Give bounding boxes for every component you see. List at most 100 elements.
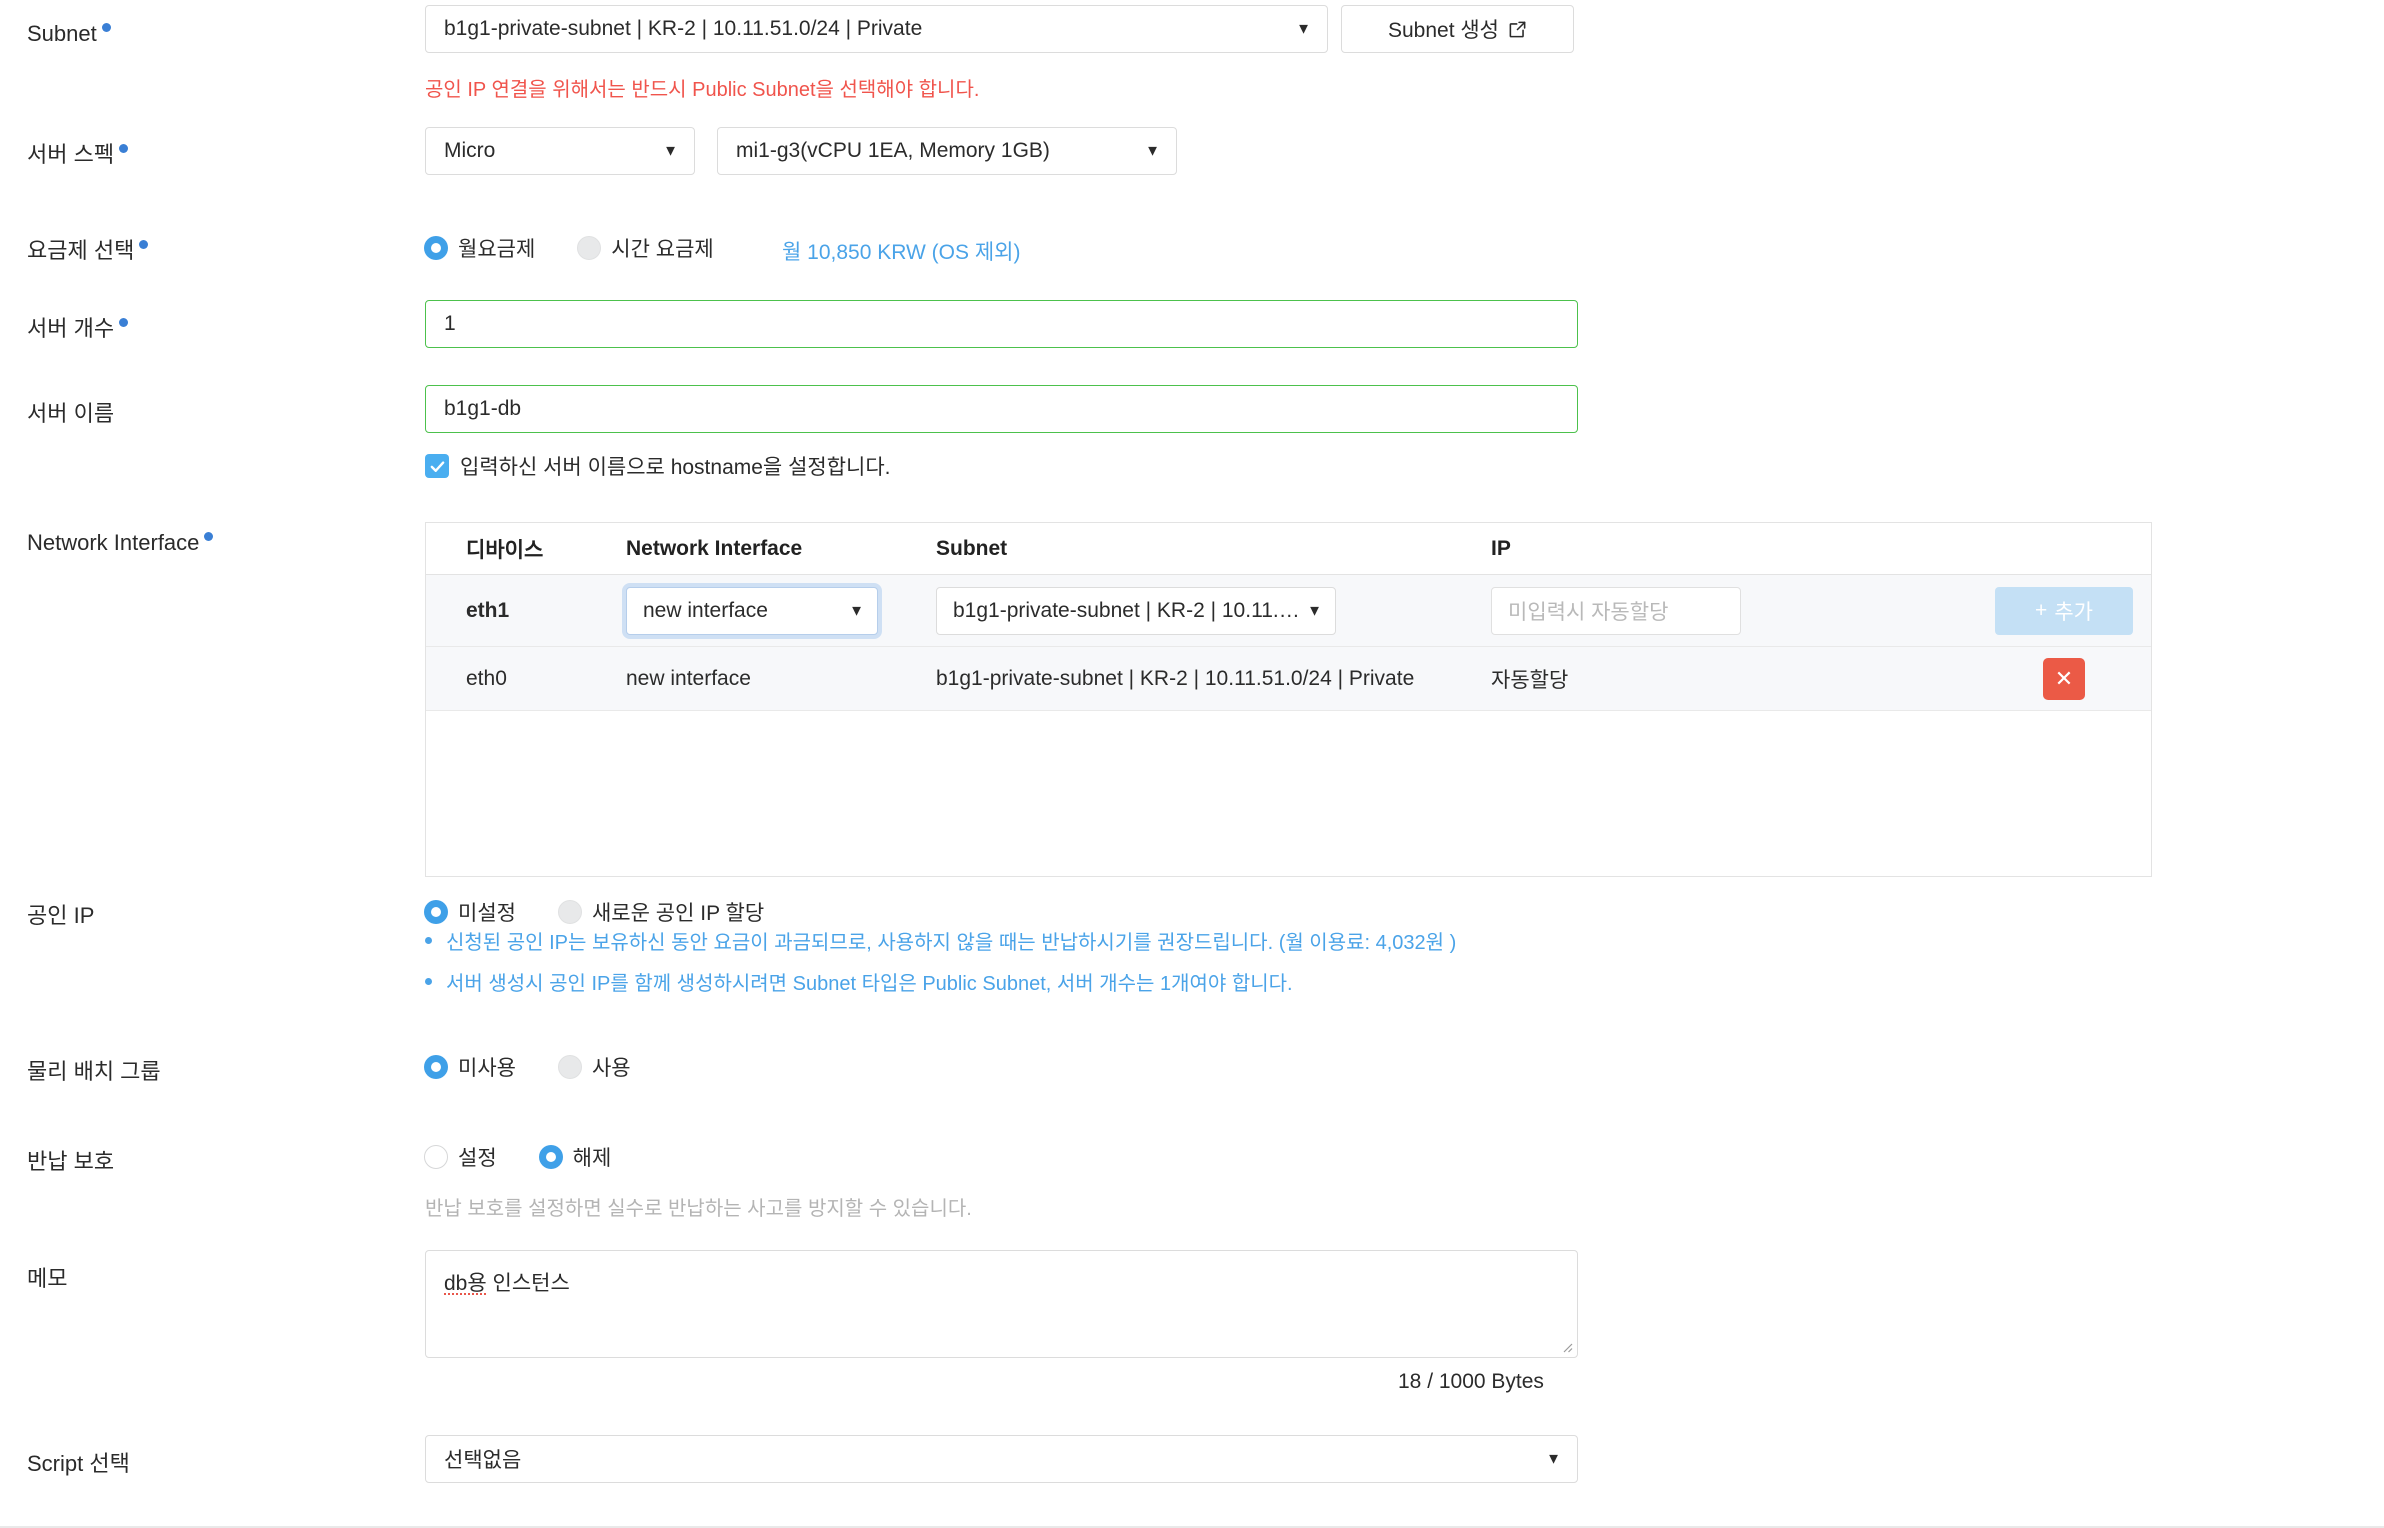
memo-value-rest: 인스턴스 [486, 1272, 570, 1295]
public-ip-option-none[interactable]: 미설정 [424, 897, 516, 927]
network-interface-table: 디바이스 Network Interface Subnet IP eth1 ne… [425, 522, 2152, 877]
ip-input-eth1-placeholder: 미입력시 자동할당 [1508, 600, 1669, 624]
subnet-label: Subnet [27, 23, 111, 45]
create-subnet-button[interactable]: Subnet 생성 [1341, 5, 1574, 53]
resize-handle[interactable] [1559, 1339, 1573, 1353]
placement-group-radio-group: 미사용 사용 [424, 1052, 655, 1082]
delete-interface-button[interactable]: ✕ [2043, 657, 2085, 700]
radio-off-icon [557, 900, 582, 924]
return-protection-option-disable-label: 해제 [572, 1147, 612, 1170]
note-item: 서버 생성시 공인 IP를 함께 생성하시려면 Subnet 타입은 Publi… [425, 967, 1456, 996]
table-row-active: eth1 new interface ▼ b1g1-private-subnet… [426, 575, 2151, 647]
return-protection-option-enable[interactable]: 설정 [424, 1142, 497, 1172]
bullet-dot-icon [425, 937, 432, 944]
interface-select-eth1-value: new interface [643, 598, 768, 622]
ip-input-eth1[interactable]: 미입력시 자동할당 [1491, 586, 1741, 635]
chevron-down-icon: ▼ [1296, 20, 1311, 38]
check-icon [425, 454, 449, 478]
memo-textarea[interactable]: db용 인스턴스 [425, 1250, 1578, 1358]
chevron-down-icon: ▼ [1307, 602, 1322, 619]
server-spec-tier-select[interactable]: Micro ▼ [425, 127, 695, 175]
server-spec-tier-value: Micro [444, 139, 496, 162]
row-device-eth0: eth0 [466, 666, 507, 690]
create-subnet-button-label: Subnet 생성 [1387, 19, 1500, 42]
note-text-1: 신청된 공인 IP는 보유하신 동안 요금이 과금되므로, 사용하지 않을 때는… [446, 932, 1457, 954]
memo-value-spellchecked: db용 [444, 1272, 487, 1295]
return-protection-label: 반납 보호 [27, 1151, 114, 1173]
chevron-down-icon: ▼ [1145, 142, 1160, 160]
subnet-select-value: b1g1-private-subnet | KR-2 | 10.11.51.0/… [444, 17, 923, 40]
public-ip-radio-group: 미설정 새로운 공인 IP 할당 [424, 897, 788, 927]
table-row: eth0 new interface b1g1-private-subnet |… [426, 647, 2151, 711]
placement-group-option-on[interactable]: 사용 [557, 1052, 631, 1082]
return-protection-option-disable[interactable]: 해제 [538, 1142, 612, 1172]
return-protection-help-text: 반납 보호를 설정하면 실수로 반납하는 사고를 방지할 수 있습니다. [425, 1198, 972, 1220]
column-header-interface: Network Interface [626, 536, 803, 560]
public-ip-label: 공인 IP [27, 905, 94, 927]
external-link-icon [1508, 20, 1527, 39]
row-ip-eth0: 자동할당 [1491, 668, 1569, 692]
radio-on-icon [424, 236, 448, 260]
close-icon: ✕ [2054, 665, 2074, 691]
row-interface-eth0: new interface [626, 666, 751, 690]
required-dot-icon [139, 240, 149, 249]
public-ip-option-new[interactable]: 새로운 공인 IP 할당 [557, 897, 765, 927]
placement-group-label: 물리 배치 그룹 [27, 1061, 161, 1083]
placement-group-label-text: 물리 배치 그룹 [27, 1059, 161, 1084]
pricing-option-monthly[interactable]: 월요금제 [424, 233, 535, 263]
network-interface-label: Network Interface [27, 530, 214, 555]
script-select[interactable]: 선택없음 ▼ [425, 1435, 1578, 1483]
subnet-select[interactable]: b1g1-private-subnet | KR-2 | 10.11.51.0/… [425, 5, 1328, 53]
server-count-label: 서버 개수 [27, 318, 129, 340]
script-select-value: 선택없음 [444, 1449, 522, 1472]
required-dot-icon [101, 23, 111, 32]
table-header-row: 디바이스 Network Interface Subnet IP [426, 523, 2151, 575]
memo-label: 메모 [27, 1268, 67, 1290]
return-protection-label-text: 반납 보호 [27, 1149, 115, 1174]
server-spec-type-select[interactable]: mi1-g3(vCPU 1EA, Memory 1GB) ▼ [717, 127, 1177, 175]
public-ip-label-text: 공인 IP [27, 903, 95, 928]
bullet-dot-icon [425, 978, 432, 985]
note-item: 신청된 공인 IP는 보유하신 동안 요금이 과금되므로, 사용하지 않을 때는… [425, 926, 1456, 955]
hostname-checkbox[interactable]: 입력하신 서버 이름으로 hostname을 설정합니다. [425, 451, 891, 481]
radio-off-icon [577, 236, 602, 260]
server-spec-label: 서버 스펙 [27, 142, 129, 167]
column-header-ip: IP [1491, 536, 1511, 560]
pricing-option-monthly-label: 월요금제 [458, 238, 536, 261]
script-label-text: Script 선택 [27, 1451, 130, 1476]
hostname-checkbox-label: 입력하신 서버 이름으로 hostname을 설정합니다. [460, 456, 891, 479]
pricing-option-hourly[interactable]: 시간 요금제 [577, 233, 714, 263]
server-name-label: 서버 이름 [27, 403, 114, 425]
subnet-select-eth1-value: b1g1-private-subnet | KR-2 | 10.11.51.0/… [953, 598, 1303, 622]
server-create-form: Subnet b1g1-private-subnet | KR-2 | 10.1… [0, 0, 2384, 1528]
column-header-subnet: Subnet [936, 536, 1008, 560]
public-ip-option-none-label: 미설정 [458, 902, 516, 925]
add-interface-button[interactable]: + 추가 [1995, 586, 2133, 635]
subnet-error-text: 공인 IP 연결을 위해서는 반드시 Public Subnet을 선택해야 합… [425, 79, 980, 101]
subnet-label-text: Subnet [27, 21, 97, 46]
add-interface-button-label: 추가 [2054, 600, 2093, 624]
server-count-input[interactable]: 1 [425, 300, 1578, 348]
return-protection-radio-group: 설정 해제 [424, 1142, 635, 1172]
public-ip-notes: 신청된 공인 IP는 보유하신 동안 요금이 과금되므로, 사용하지 않을 때는… [425, 926, 1456, 1008]
chevron-down-icon: ▼ [1546, 1450, 1561, 1468]
server-spec-label-text: 서버 스펙 [27, 142, 115, 167]
server-name-input[interactable]: b1g1-db [425, 385, 1578, 433]
pricing-label-text: 요금제 선택 [27, 238, 135, 263]
radio-on-icon [424, 1055, 448, 1079]
script-label: Script 선택 [27, 1453, 130, 1475]
return-protection-option-enable-label: 설정 [458, 1147, 497, 1170]
note-text-2: 서버 생성시 공인 IP를 함께 생성하시려면 Subnet 타입은 Publi… [446, 973, 1293, 995]
public-ip-option-new-label: 새로운 공인 IP 할당 [591, 902, 765, 925]
row-subnet-eth0: b1g1-private-subnet | KR-2 | 10.11.51.0/… [936, 666, 1415, 690]
subnet-select-eth1[interactable]: b1g1-private-subnet | KR-2 | 10.11.51.0/… [936, 586, 1336, 635]
network-interface-label-text: Network Interface [27, 530, 200, 555]
placement-group-option-off[interactable]: 미사용 [424, 1052, 516, 1082]
interface-select-eth1[interactable]: new interface ▼ [626, 586, 878, 635]
server-name-label-text: 서버 이름 [27, 401, 115, 426]
table-empty-space [426, 711, 2151, 876]
server-name-value: b1g1-db [444, 397, 522, 420]
server-spec-type-value: mi1-g3(vCPU 1EA, Memory 1GB) [736, 139, 1050, 162]
memo-label-text: 메모 [27, 1266, 68, 1291]
radio-on-icon [538, 1145, 563, 1169]
